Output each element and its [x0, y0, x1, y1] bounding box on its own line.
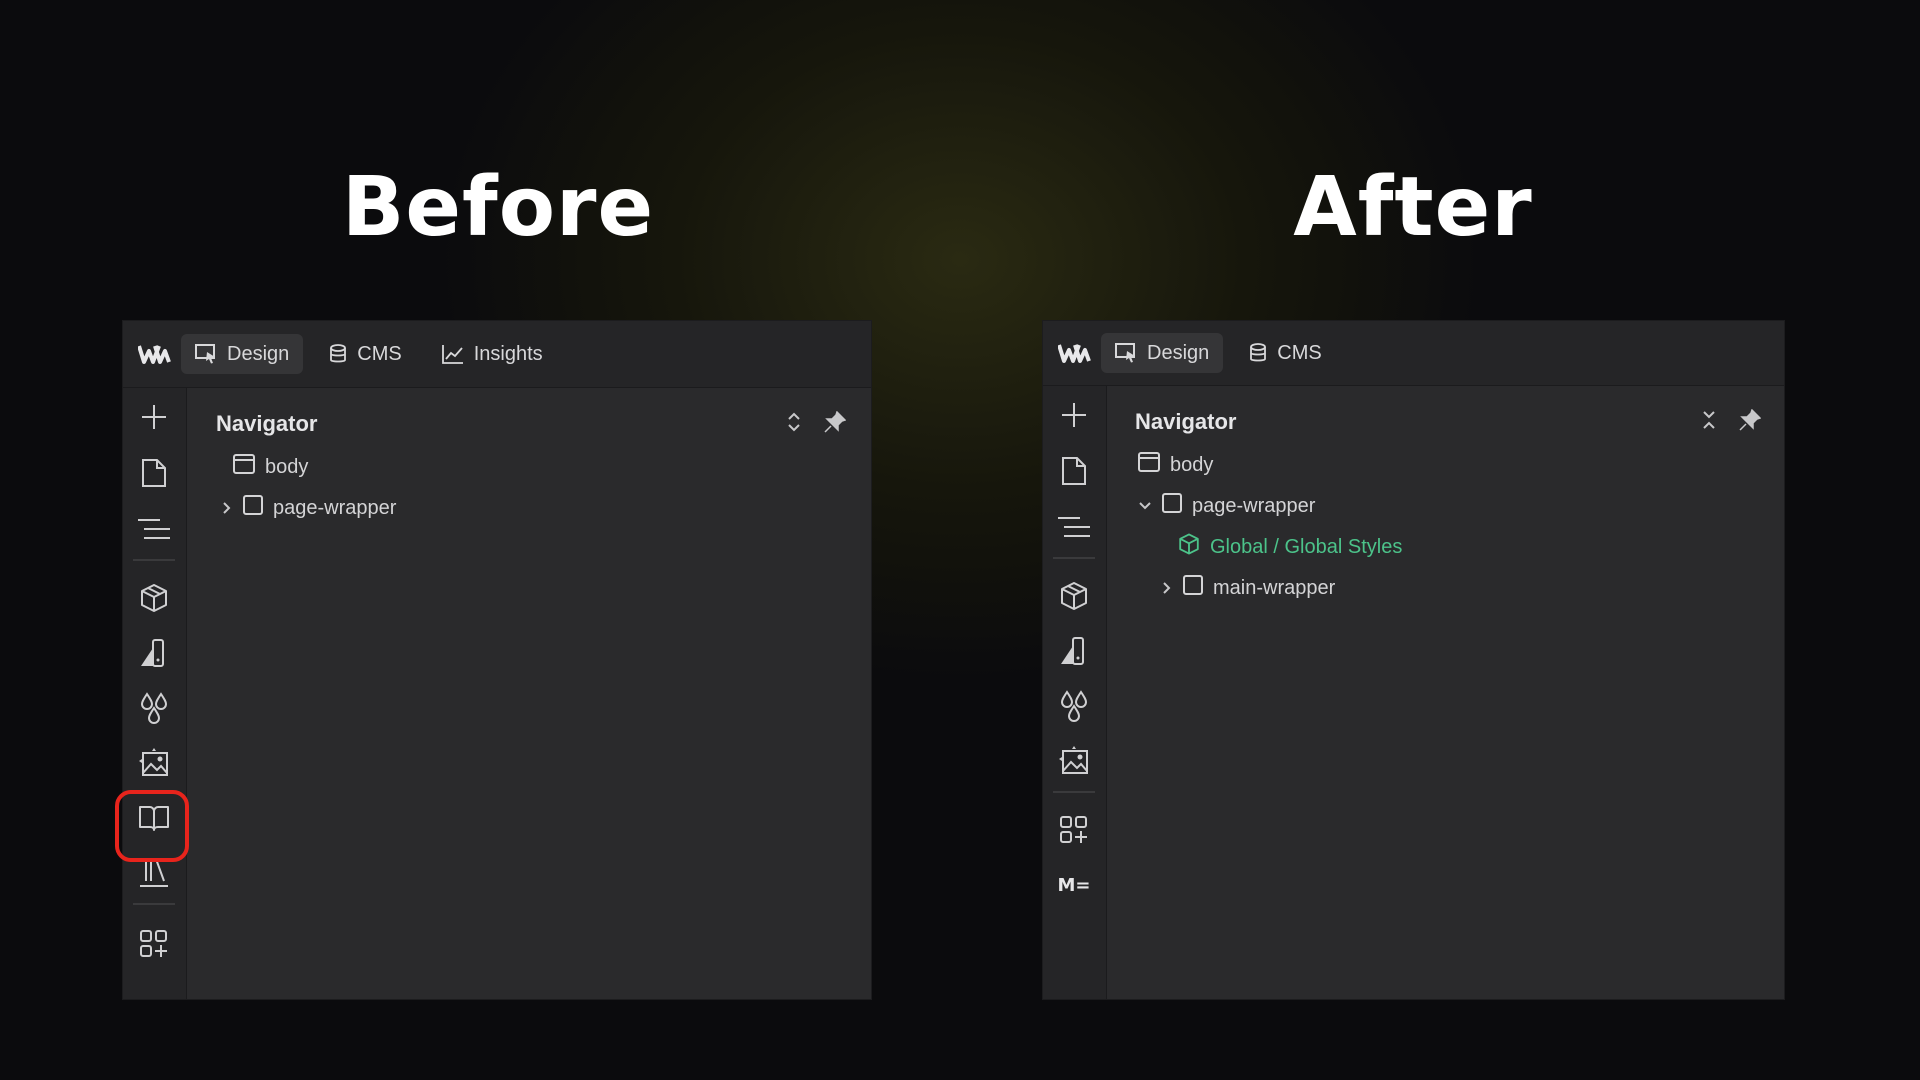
- line-chart-icon: [441, 344, 464, 364]
- navigator-icon[interactable]: [1057, 510, 1091, 544]
- left-rail: M=: [1043, 386, 1107, 999]
- tab-label: Design: [1147, 341, 1210, 364]
- rail-divider: [1053, 557, 1095, 559]
- style-selectors-icon[interactable]: [1057, 634, 1091, 668]
- variables-drops-icon[interactable]: [137, 691, 171, 725]
- top-bar: Design CMS: [1043, 321, 1784, 386]
- tree-label: page-wrapper: [1192, 494, 1316, 517]
- cursor-select-icon: [195, 344, 217, 364]
- tab-label: CMS: [357, 342, 402, 365]
- div-block-icon: [243, 495, 263, 521]
- database-icon: [1249, 343, 1267, 363]
- rail-divider: [1053, 791, 1095, 793]
- cursor-select-icon: [1115, 343, 1137, 363]
- rail-divider: [133, 903, 175, 905]
- tree-row-body[interactable]: body: [1138, 450, 1213, 480]
- body-icon: [233, 454, 255, 480]
- top-bar: Design CMS Insights: [123, 321, 871, 388]
- left-rail: [123, 388, 187, 999]
- tab-insights[interactable]: Insights: [428, 334, 557, 374]
- navigator-title: Navigator: [1135, 409, 1237, 434]
- tree-row-global-styles[interactable]: Global / Global Styles: [1178, 532, 1402, 562]
- page-icon[interactable]: [137, 456, 171, 490]
- tab-design[interactable]: Design: [181, 334, 304, 374]
- variables-drops-icon[interactable]: [1057, 689, 1091, 723]
- tree-row-page-wrapper[interactable]: page-wrapper: [1138, 491, 1315, 521]
- component-icon: [1178, 533, 1200, 561]
- tree-row-main-wrapper[interactable]: main-wrapper: [1159, 573, 1335, 603]
- apps-grid-icon[interactable]: [137, 927, 171, 961]
- navigator-title: Navigator: [216, 411, 318, 436]
- database-icon: [329, 344, 347, 364]
- chevron-right-icon[interactable]: [1159, 581, 1173, 595]
- app-badge[interactable]: M=: [1057, 868, 1091, 902]
- add-icon[interactable]: [1057, 398, 1091, 432]
- tree-row-body[interactable]: body: [233, 452, 308, 482]
- div-block-icon: [1183, 575, 1203, 601]
- pin-icon[interactable]: [1738, 408, 1762, 432]
- style-selectors-icon[interactable]: [137, 636, 171, 670]
- tab-cms[interactable]: CMS: [1235, 333, 1335, 373]
- navigator-icon[interactable]: [137, 512, 171, 546]
- chevron-right-icon[interactable]: [219, 501, 233, 515]
- tab-label: CMS: [1277, 341, 1322, 364]
- before-panel: Design CMS Insights Navigator body page-…: [122, 320, 872, 1000]
- tab-label: Design: [227, 342, 290, 365]
- tab-label: Insights: [473, 342, 543, 365]
- tree-label: main-wrapper: [1213, 576, 1336, 599]
- before-heading: Before: [341, 160, 655, 255]
- tree-row-page-wrapper[interactable]: page-wrapper: [219, 493, 396, 523]
- after-panel: Design CMS M= Navigator body page-wrappe…: [1042, 320, 1785, 1000]
- chevron-down-icon[interactable]: [1138, 501, 1152, 511]
- tab-design[interactable]: Design: [1101, 333, 1224, 373]
- assets-image-icon[interactable]: [137, 746, 171, 780]
- tab-cms[interactable]: CMS: [315, 334, 415, 374]
- div-block-icon: [1162, 493, 1182, 519]
- expand-collapse-icon[interactable]: [782, 410, 806, 434]
- rail-divider: [133, 559, 175, 561]
- webflow-logo-icon[interactable]: [129, 321, 181, 387]
- collapse-all-icon[interactable]: [1697, 408, 1721, 432]
- assets-image-icon[interactable]: [1057, 744, 1091, 778]
- tree-label: Global / Global Styles: [1210, 535, 1403, 558]
- add-icon[interactable]: [137, 400, 171, 434]
- body-icon: [1138, 452, 1160, 478]
- webflow-logo-icon[interactable]: [1049, 321, 1101, 385]
- components-cube-icon[interactable]: [137, 581, 171, 615]
- highlight-ring: [115, 790, 189, 862]
- tree-label: body: [265, 455, 309, 478]
- tree-label: body: [1170, 453, 1214, 476]
- apps-grid-icon[interactable]: [1057, 813, 1091, 847]
- pin-icon[interactable]: [823, 410, 847, 434]
- page-icon[interactable]: [1057, 454, 1091, 488]
- components-cube-icon[interactable]: [1057, 579, 1091, 613]
- tree-label: page-wrapper: [273, 496, 397, 519]
- after-heading: After: [1293, 160, 1533, 255]
